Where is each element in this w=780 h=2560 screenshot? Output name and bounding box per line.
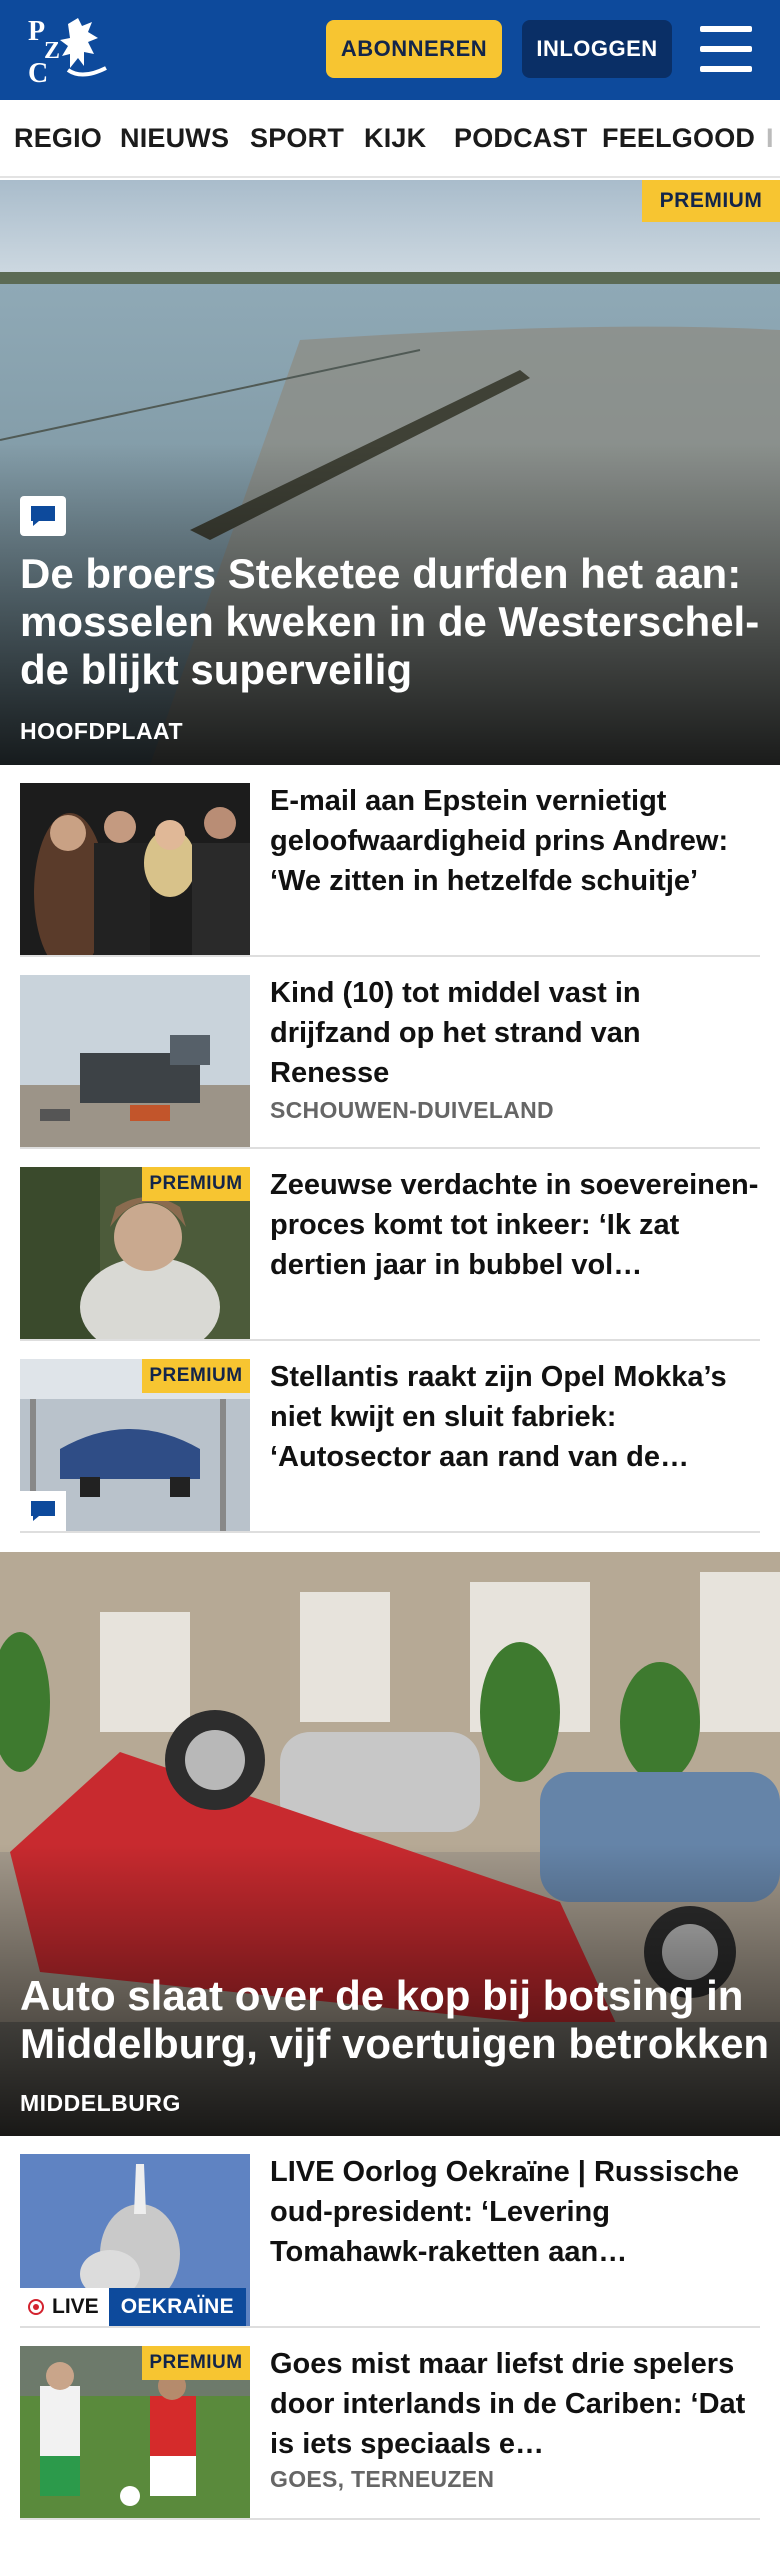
premium-badge: PREMIUM bbox=[142, 1167, 250, 1201]
list-item[interactable]: PREMIUM Zeeuwse verdachte in soeverei­ne… bbox=[20, 1149, 760, 1341]
featured-title[interactable]: Auto slaat over de kop bij botsing in Mi… bbox=[20, 1972, 780, 2068]
nav-item-podcast[interactable]: PODCAST bbox=[454, 100, 587, 176]
nav-item-nieuws[interactable]: NIEUWS bbox=[120, 100, 229, 176]
subscribe-button[interactable]: ABONNEREN bbox=[326, 20, 502, 78]
topic-badge: OEKRAÏNE bbox=[108, 2288, 246, 2326]
live-dot-icon bbox=[28, 2299, 44, 2315]
comment-icon bbox=[20, 1491, 66, 1531]
svg-text:C: C bbox=[28, 58, 48, 89]
list-item[interactable]: Kind (10) tot middel vast in drijfzand o… bbox=[20, 957, 760, 1149]
comment-icon bbox=[20, 496, 66, 536]
site-header: P Z C ABONNEREN INLOGGEN bbox=[0, 0, 780, 100]
nav-item-kijk[interactable]: KIJK bbox=[364, 100, 426, 176]
login-button[interactable]: INLOGGEN bbox=[522, 20, 672, 78]
article-title[interactable]: Kind (10) tot middel vast in drijfzand o… bbox=[270, 973, 760, 1093]
article-title[interactable]: Stellantis raakt zijn Opel Mokka’s niet … bbox=[270, 1357, 760, 1477]
hero-title[interactable]: De broers Steketee durfden het aan: moss… bbox=[20, 550, 760, 694]
nav-item-regio[interactable]: REGIO bbox=[14, 100, 102, 176]
live-topic-tags: LIVE OEKRAÏNE bbox=[20, 2288, 246, 2326]
article-location: GOES, TERNEUZEN bbox=[270, 2466, 495, 2492]
hero-article[interactable]: PREMIUM De broers Steketee durfden het a… bbox=[0, 180, 780, 765]
menu-icon[interactable] bbox=[700, 26, 752, 72]
article-thumbnail: LIVE OEKRAÏNE bbox=[20, 2154, 250, 2326]
article-title[interactable]: E-mail aan Epstein vernietigt geloofwaar… bbox=[270, 781, 760, 901]
premium-badge: PREMIUM bbox=[642, 180, 780, 222]
premium-badge: PREMIUM bbox=[142, 1359, 250, 1393]
nav-item-sport[interactable]: SPORT bbox=[250, 100, 344, 176]
article-title[interactable]: LIVE Oorlog Oekraïne | Russische oud-pre… bbox=[270, 2152, 760, 2272]
article-title[interactable]: Goes mist maar liefst drie spelers door … bbox=[270, 2344, 760, 2464]
list-item[interactable]: PREMIUM Stellantis raakt zijn Opel Mokka… bbox=[20, 1341, 760, 1533]
live-badge: LIVE bbox=[20, 2288, 109, 2326]
featured-location: MIDDELBURG bbox=[20, 2090, 181, 2116]
svg-text:P: P bbox=[28, 16, 45, 47]
live-label: LIVE bbox=[52, 2295, 99, 2318]
hero-location: HOOFDPLAAT bbox=[20, 718, 184, 744]
nav-item-feelgood[interactable]: FEELGOOD bbox=[602, 100, 755, 176]
list-item[interactable]: E-mail aan Epstein vernietigt geloofwaar… bbox=[20, 765, 760, 957]
featured-article[interactable]: Auto slaat over de kop bij botsing in Mi… bbox=[0, 1552, 780, 2136]
article-thumbnail bbox=[20, 783, 250, 955]
article-location: SCHOUWEN-DUIVELAND bbox=[270, 1097, 554, 1123]
article-thumbnail: PREMIUM bbox=[20, 1167, 250, 1339]
article-thumbnail: PREMIUM bbox=[20, 2346, 250, 2518]
list-item[interactable]: LIVE OEKRAÏNE LIVE Oorlog Oekraïne | Rus… bbox=[20, 2136, 760, 2328]
nav-item-more[interactable]: I bbox=[766, 100, 774, 176]
pzc-logo[interactable]: P Z C bbox=[24, 10, 114, 90]
premium-badge: PREMIUM bbox=[142, 2346, 250, 2380]
article-thumbnail: PREMIUM bbox=[20, 1359, 250, 1531]
article-title[interactable]: Zeeuwse verdachte in soeverei­nen-proces… bbox=[270, 1165, 760, 1285]
list-item[interactable]: PREMIUM Goes mist maar liefst drie spele… bbox=[20, 2328, 760, 2520]
section-nav: REGIO NIEUWS SPORT KIJK PODCAST FEELGOOD… bbox=[0, 100, 780, 178]
article-thumbnail bbox=[20, 975, 250, 1147]
